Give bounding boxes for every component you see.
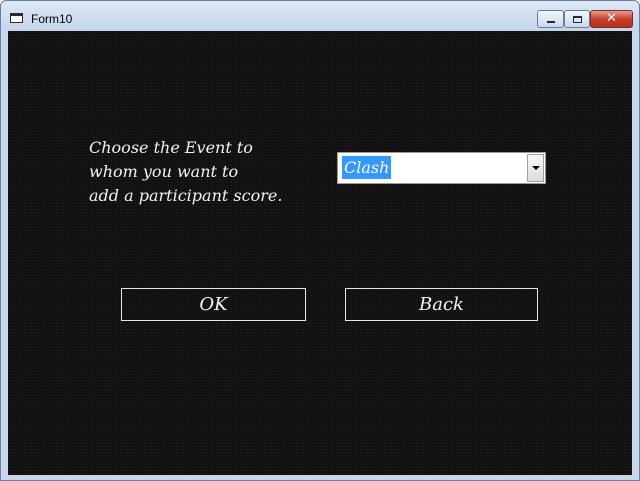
minimize-button[interactable] [537,10,564,28]
event-select-dropdown-button[interactable] [527,154,544,182]
close-button[interactable]: ✕ [590,10,633,28]
window-bottom-border [1,475,639,480]
ok-button[interactable]: OK [121,288,306,321]
maximize-button[interactable] [564,10,590,28]
close-icon: ✕ [606,11,617,26]
event-select-value[interactable]: Clash [342,156,392,179]
chevron-down-icon [531,166,540,170]
title-bar[interactable]: Form10 ✕ [1,1,639,31]
event-prompt-label: Choose the Event to whom you want to add… [89,138,283,205]
event-select[interactable]: Clash [337,152,546,184]
form-window-icon [10,13,23,23]
window-title: Form10 [31,12,73,26]
app-window: Form10 ✕ Choose the Event to whom you wa… [0,0,640,481]
minimize-icon [546,20,555,23]
back-button[interactable]: Back [345,288,538,321]
form-client-area: Choose the Event to whom you want to add… [8,31,632,475]
maximize-icon [572,15,582,23]
